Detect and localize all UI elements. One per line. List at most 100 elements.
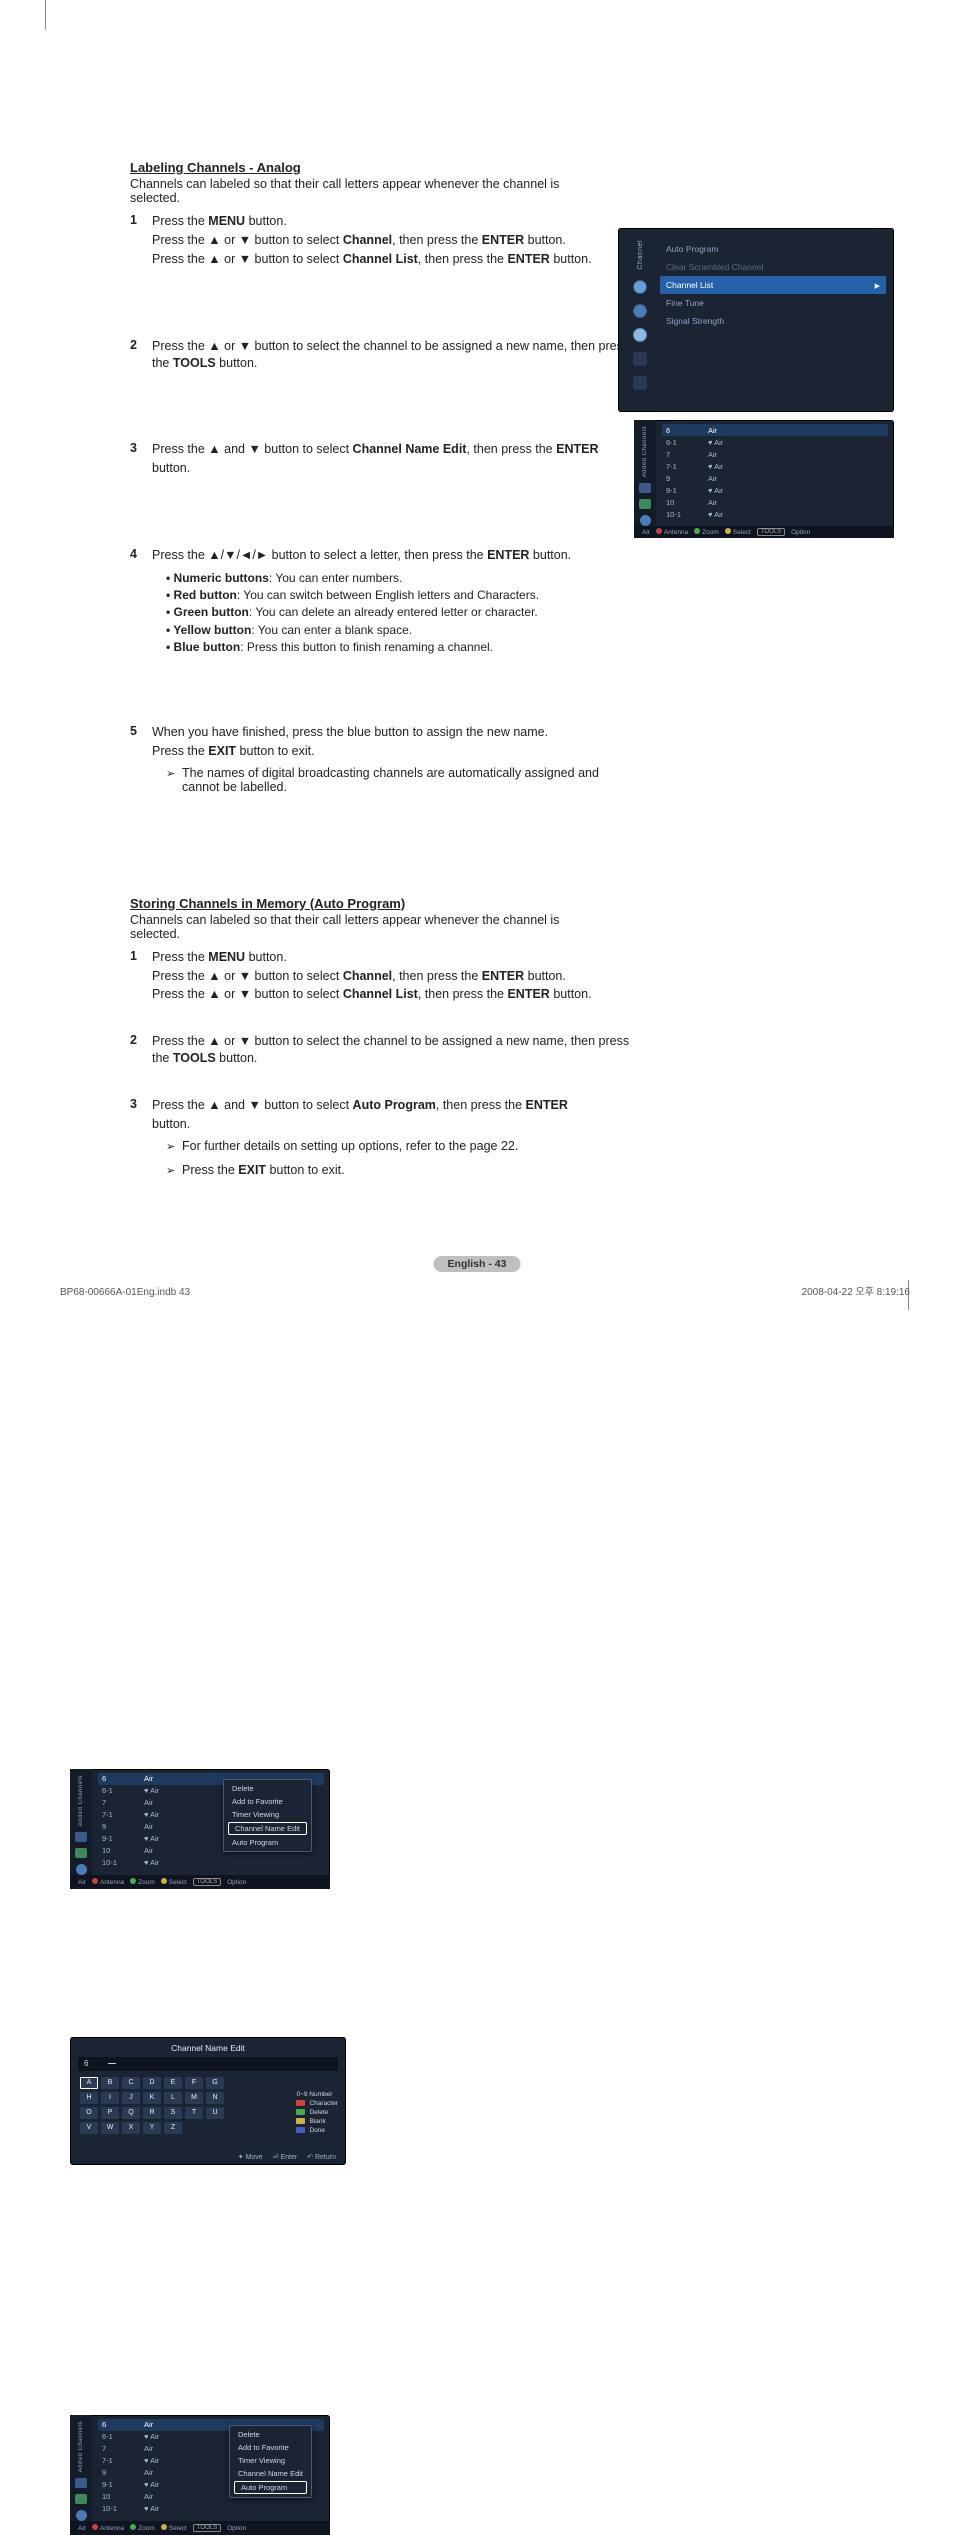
step-text: Press the ▲ or ▼ button to select the ch… [152, 338, 630, 372]
menu-item[interactable]: Fine Tune [660, 294, 886, 312]
letter-cell[interactable]: S [164, 2107, 182, 2119]
letter-cell[interactable]: C [122, 2077, 140, 2089]
section-title-autoprogram: Storing Channels in Memory (Auto Program… [130, 896, 894, 911]
channel-row[interactable]: 9-1♥ Air [662, 484, 888, 496]
letter-cell[interactable]: E [164, 2077, 182, 2089]
legend-number: 0~9 Number [296, 2091, 332, 2098]
bullet-text: • Green button: You can delete an alread… [166, 604, 630, 620]
footer-filename: BP68-00666A-01Eng.indb 43 [60, 1287, 190, 1298]
list-icon [75, 1832, 87, 1842]
menu-item-selected[interactable]: Channel List [660, 276, 886, 294]
letter-cell[interactable]: J [122, 2092, 140, 2104]
letter-cell[interactable]: Z [164, 2122, 182, 2134]
channel-row[interactable]: 7-1♥ Air [662, 460, 888, 472]
name-input[interactable]: 6 [78, 2057, 338, 2071]
osd-channel-menu: Channel Auto Program Clear Scrambled Cha… [618, 228, 894, 412]
menu-item[interactable]: Auto Program [660, 240, 886, 258]
green-square-icon [296, 2109, 305, 2115]
letter-cell[interactable]: M [185, 2092, 203, 2104]
bullet-text: • Red button: You can switch between Eng… [166, 587, 630, 603]
step-number: 4 [130, 547, 152, 656]
popup-item[interactable]: Auto Program [224, 1836, 311, 1849]
red-dot-icon [92, 1878, 98, 1884]
popup-item[interactable]: Channel Name Edit [230, 2467, 311, 2480]
bullet-text: • Blue button: Press this button to fini… [166, 639, 630, 655]
osd-footer: Air Antenna Zoom Select TOOLS Option [70, 2521, 330, 2535]
channel-row[interactable]: 10-1♥ Air [98, 2503, 324, 2515]
letter-cell[interactable]: O [80, 2107, 98, 2119]
note-arrow-icon [166, 766, 182, 794]
letter-cell[interactable]: B [101, 2077, 119, 2089]
letter-cell[interactable]: F [185, 2077, 203, 2089]
channel-row[interactable]: 10Air [662, 496, 888, 508]
footer-timestamp: 2008-04-22 오후 8:19:16 [802, 1283, 910, 1298]
letter-cell[interactable]: L [164, 2092, 182, 2104]
letter-cell[interactable]: P [101, 2107, 119, 2119]
letter-cell[interactable]: Y [143, 2122, 161, 2134]
channel-row[interactable]: 10-1♥ Air [98, 1857, 324, 1869]
step-text: Press the MENU button. [152, 949, 630, 966]
letter-cell[interactable]: Q [122, 2107, 140, 2119]
osd-channel-name-edit: Channel Name Edit 6 ABCDEFG HIJKLMN OPQRST… [70, 2037, 346, 2165]
channel-row[interactable]: 7Air [662, 448, 888, 460]
yellow-square-icon [296, 2118, 305, 2124]
picture-icon [633, 280, 647, 294]
popup-item[interactable]: Delete [230, 2428, 311, 2441]
osd-footer: Air Antenna Zoom Select TOOLS Option [634, 526, 894, 538]
popup-item[interactable]: Add to Favorite [224, 1795, 311, 1808]
channel-row[interactable]: 9Air [662, 472, 888, 484]
note-text: Press the EXIT button to exit. [182, 1163, 630, 1177]
note-text: The names of digital broadcasting channe… [182, 766, 630, 794]
letter-cell[interactable]: T [185, 2107, 203, 2119]
menu-item[interactable]: Clear Scrambled Channel [660, 258, 886, 276]
osd-channel-list-tools: Added Channels 6Air 6-1♥ Air 7Air 7-1♥ A… [70, 1769, 330, 1889]
menu-item[interactable]: Signal Strength [660, 312, 886, 330]
page-number: English - 43 [434, 1256, 521, 1272]
input-icon [633, 376, 647, 390]
step-text: button. [152, 460, 630, 477]
step-text: When you have finished, press the blue b… [152, 724, 630, 741]
fav-icon [639, 499, 651, 509]
letter-cell[interactable]: G [206, 2077, 224, 2089]
letter-cell[interactable]: W [101, 2122, 119, 2134]
setup-icon [633, 352, 647, 366]
letter-cell[interactable]: N [206, 2092, 224, 2104]
green-dot-icon [694, 528, 700, 534]
popup-item[interactable]: Timer Viewing [230, 2454, 311, 2467]
letter-cell[interactable]: D [143, 2077, 161, 2089]
letter-cell[interactable]: K [143, 2092, 161, 2104]
popup-item[interactable]: Timer Viewing [224, 1808, 311, 1821]
list-icon [75, 2478, 87, 2488]
channel-row[interactable]: 10-1♥ Air [662, 508, 888, 520]
popup-item-selected[interactable]: Channel Name Edit [228, 1822, 307, 1835]
letter-cell[interactable]: U [206, 2107, 224, 2119]
dialog-title: Channel Name Edit [78, 2043, 338, 2053]
popup-item-selected[interactable]: Auto Program [234, 2481, 307, 2494]
channel-row-selected[interactable]: 6Air [662, 424, 888, 436]
yellow-dot-icon [161, 2524, 167, 2530]
note-arrow-icon [166, 1139, 182, 1153]
step-number: 3 [130, 1097, 152, 1179]
section-intro: Channels can labeled so that their call … [130, 177, 610, 205]
letter-cell[interactable]: A [80, 2077, 98, 2089]
letter-cell[interactable]: V [80, 2122, 98, 2134]
popup-item[interactable]: Delete [224, 1782, 311, 1795]
letter-cell[interactable]: H [80, 2092, 98, 2104]
fav-icon [75, 2494, 87, 2504]
red-dot-icon [656, 528, 662, 534]
tools-tag: TOOLS [757, 528, 785, 536]
record-icon [640, 515, 651, 526]
letter-cell[interactable]: R [143, 2107, 161, 2119]
sidebar-label: Added Channels [78, 1775, 84, 1826]
tools-tag: TOOLS [193, 2524, 221, 2532]
popup-item[interactable]: Add to Favorite [230, 2441, 311, 2454]
channel-row[interactable]: 6-1♥ Air [662, 436, 888, 448]
letter-cell[interactable]: X [122, 2122, 140, 2134]
yellow-dot-icon [161, 1878, 167, 1884]
step-text: Press the ▲ or ▼ button to select Channe… [152, 986, 630, 1003]
bullet-text: • Numeric buttons: You can enter numbers… [166, 570, 630, 586]
sidebar-label: Added Channels [642, 426, 648, 477]
step-number: 1 [130, 213, 152, 270]
letter-cell[interactable]: I [101, 2092, 119, 2104]
step-text: Press the MENU button. [152, 213, 630, 230]
